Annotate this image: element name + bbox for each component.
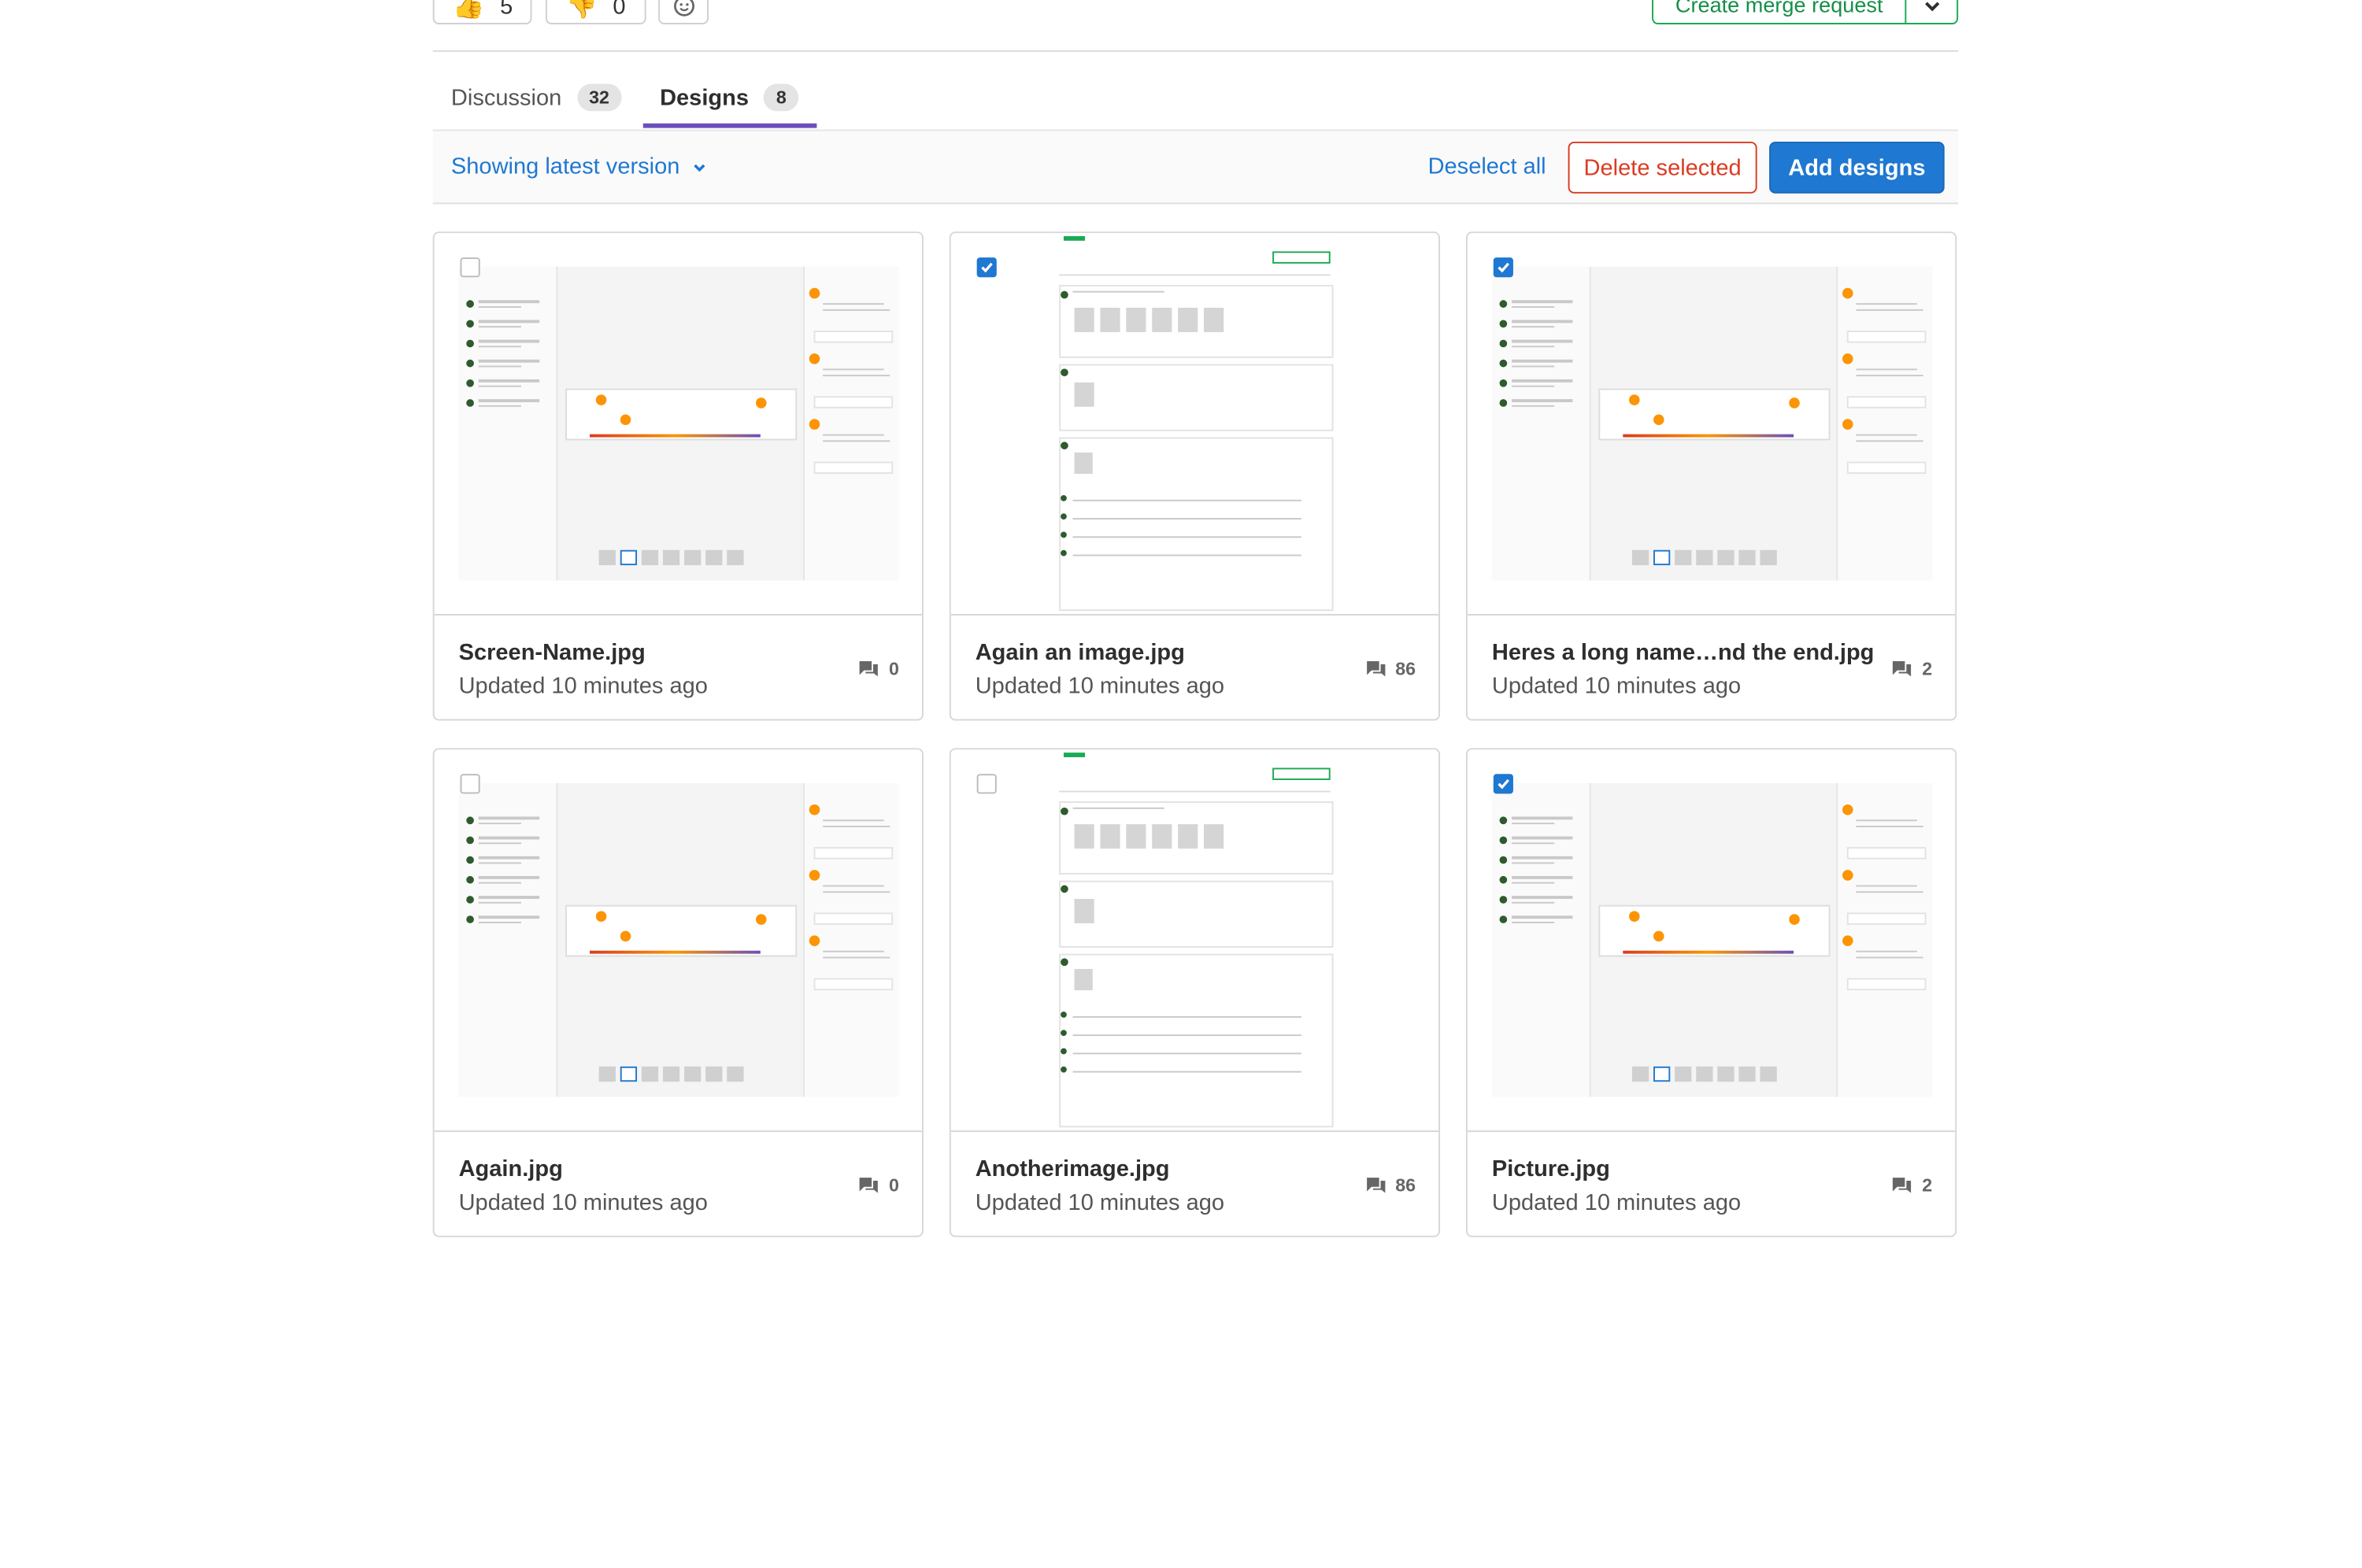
comment-count-value: 2 (1922, 1174, 1933, 1196)
design-updated-time: Updated 10 minutes ago (975, 1189, 1225, 1216)
delete-selected-button[interactable]: Delete selected (1568, 142, 1757, 194)
version-dropdown-label: Showing latest version (450, 153, 680, 180)
thumbs-up-icon: 👍 (452, 0, 485, 20)
design-name: Again.jpg (458, 1156, 563, 1182)
tab-discussion[interactable]: Discussion 32 (451, 68, 622, 127)
design-card[interactable]: Screen-Name.jpg Updated 10 minutes ago 0 (432, 231, 924, 721)
design-thumbnail[interactable] (1467, 233, 1956, 616)
comment-count-value: 0 (889, 658, 899, 680)
design-comment-count: 2 (1892, 658, 1933, 680)
create-merge-request-label: Create merge request (1675, 0, 1883, 17)
comment-count-value: 86 (1395, 1174, 1416, 1196)
design-comment-count: 86 (1365, 658, 1416, 679)
tab-discussion-label: Discussion (450, 84, 562, 111)
thumbs-down-award-button[interactable]: 👎 0 (545, 0, 646, 24)
comment-icon (1893, 661, 1912, 677)
chevron-down-icon (694, 163, 705, 172)
design-updated-time: Updated 10 minutes ago (1491, 673, 1742, 700)
create-merge-request-button[interactable]: Create merge request (1652, 0, 1959, 24)
design-select-checkbox[interactable] (976, 774, 997, 794)
tab-discussion-count: 32 (576, 83, 622, 112)
design-thumbnail-image (1051, 749, 1338, 1131)
comment-icon (1366, 1178, 1385, 1193)
checkmark-icon (1498, 262, 1509, 273)
design-comment-count: 0 (858, 1174, 899, 1196)
design-card[interactable]: Again an image.jpg Updated 10 minutes ago… (949, 231, 1441, 721)
design-card[interactable]: Heres a long name…nd the end.jpg Updated … (1465, 231, 1957, 721)
design-thumbnail-image (458, 266, 899, 581)
design-updated-time: Updated 10 minutes ago (458, 1189, 708, 1216)
design-updated-time: Updated 10 minutes ago (975, 673, 1225, 700)
smiley-icon (673, 0, 694, 17)
comment-count-value: 86 (1395, 658, 1416, 680)
deselect-all-link[interactable]: Deselect all (1428, 153, 1546, 179)
add-designs-button[interactable]: Add designs (1769, 142, 1945, 194)
design-comment-count: 0 (858, 658, 899, 679)
design-name: Anotherimage.jpg (975, 1156, 1170, 1182)
design-name: Heres a long name…nd the end.jpg (1491, 639, 1875, 666)
tab-designs[interactable]: Designs 8 (660, 68, 799, 127)
design-updated-time: Updated 10 minutes ago (458, 673, 708, 700)
comment-count-value: 2 (1922, 658, 1933, 680)
design-thumbnail[interactable] (1467, 749, 1956, 1133)
design-select-checkbox[interactable] (1493, 774, 1513, 794)
design-select-checkbox[interactable] (1493, 257, 1513, 278)
design-thumbnail-image (1491, 782, 1933, 1097)
design-updated-time: Updated 10 minutes ago (1491, 1189, 1742, 1216)
design-card[interactable]: Picture.jpg Updated 10 minutes ago 2 (1465, 748, 1957, 1237)
comment-icon (1893, 1178, 1912, 1193)
active-tab-indicator (642, 123, 817, 128)
comment-icon (1366, 661, 1385, 677)
tab-designs-count: 8 (764, 83, 799, 112)
design-thumbnail[interactable] (950, 749, 1439, 1133)
thumbs-down-count: 0 (613, 0, 626, 20)
design-select-checkbox[interactable] (460, 774, 480, 794)
add-reaction-button[interactable] (658, 0, 709, 24)
design-comment-count: 86 (1365, 1174, 1416, 1196)
comment-icon (860, 1178, 879, 1193)
thumbs-down-icon: 👎 (565, 0, 598, 20)
design-card[interactable]: Again.jpg Updated 10 minutes ago 0 (432, 748, 924, 1237)
design-thumbnail-image (458, 782, 899, 1097)
checkmark-icon (1498, 778, 1509, 790)
design-name: Again an image.jpg (975, 639, 1185, 666)
thumbs-up-count: 5 (500, 0, 513, 20)
design-thumbnail-image (1491, 266, 1933, 581)
design-thumbnail-image (1051, 233, 1338, 615)
thumbs-up-award-button[interactable]: 👍 5 (432, 0, 532, 24)
chevron-down-icon[interactable] (1905, 0, 1957, 24)
version-dropdown[interactable]: Showing latest version (451, 153, 707, 179)
design-select-checkbox[interactable] (976, 257, 997, 278)
design-thumbnail[interactable] (434, 233, 922, 616)
design-thumbnail[interactable] (434, 749, 922, 1133)
design-comment-count: 2 (1892, 1174, 1933, 1196)
design-name: Picture.jpg (1491, 1156, 1610, 1182)
divider (432, 50, 1959, 52)
comment-icon (860, 661, 879, 677)
design-name: Screen-Name.jpg (458, 639, 646, 666)
design-card[interactable]: Anotherimage.jpg Updated 10 minutes ago 86 (949, 748, 1441, 1237)
tab-designs-label: Designs (660, 84, 750, 111)
comment-count-value: 0 (889, 1174, 899, 1196)
checkmark-icon (981, 262, 993, 273)
design-thumbnail[interactable] (950, 233, 1439, 616)
design-select-checkbox[interactable] (460, 257, 480, 278)
designs-toolbar: Showing latest version Deselect all Dele… (432, 129, 1959, 205)
